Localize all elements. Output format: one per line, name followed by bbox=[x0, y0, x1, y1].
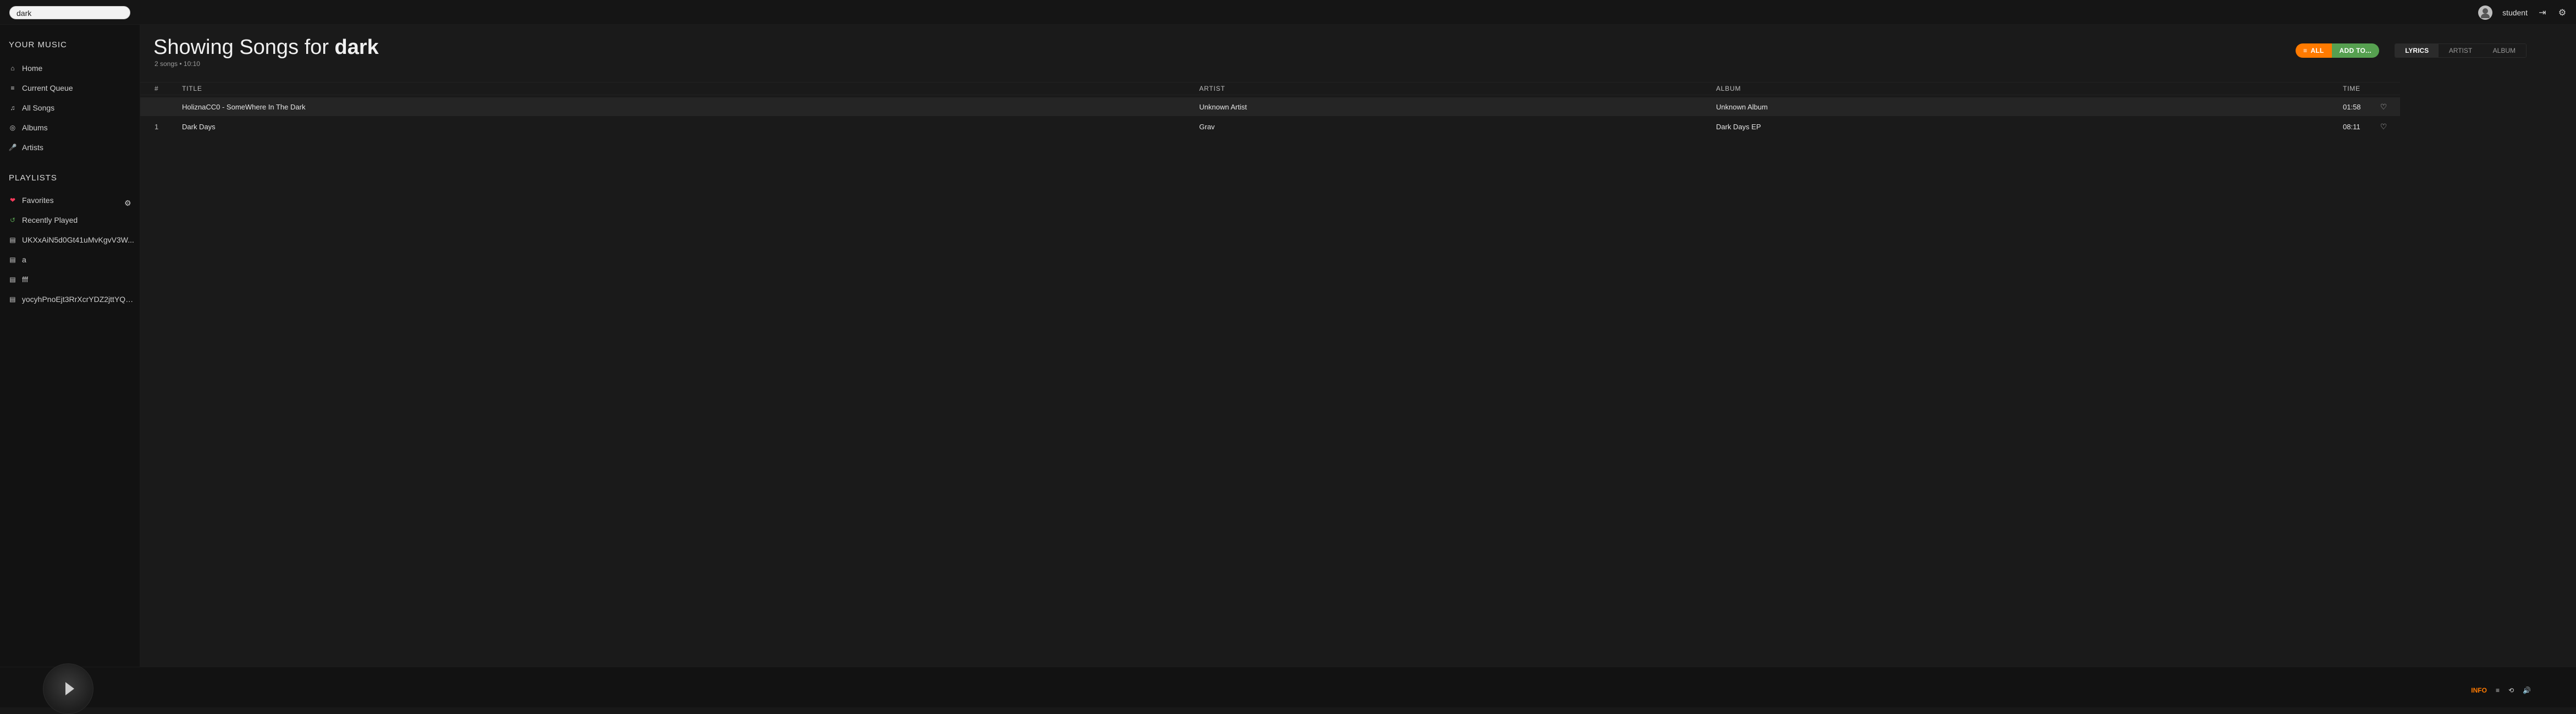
sidebar-item-label: Artists bbox=[22, 143, 43, 152]
page-title-query: dark bbox=[334, 36, 379, 59]
repeat-icon[interactable]: ⟲ bbox=[2508, 686, 2514, 694]
favorite-heart-icon[interactable]: ♡ bbox=[2378, 122, 2389, 131]
sidebar-item-home[interactable]: ⌂ Home bbox=[9, 61, 135, 75]
favorite-heart-icon[interactable]: ♡ bbox=[2378, 102, 2389, 112]
sidebar-item-label: a bbox=[22, 255, 26, 264]
header-title[interactable]: TITLE bbox=[182, 85, 202, 92]
row-artist[interactable]: Grav bbox=[1199, 123, 1215, 131]
sidebar-item-playlist[interactable]: ▤ a bbox=[9, 252, 135, 267]
sidebar-item-all-songs[interactable]: ♫ All Songs bbox=[9, 101, 135, 115]
sidebar-item-label: Albums bbox=[22, 123, 48, 132]
player-bar bbox=[0, 667, 2576, 707]
row-title[interactable]: HoliznaCC0 - SomeWhere In The Dark bbox=[182, 103, 305, 111]
heart-icon: ❤ bbox=[9, 196, 16, 204]
sidebar-item-label: Favorites bbox=[22, 196, 54, 205]
table-header: # TITLE ARTIST ALBUM TIME bbox=[140, 82, 2400, 95]
sidebar-item-label: yocyhPnoEjt3RrXcrYDZ2jttYQh... bbox=[21, 295, 135, 304]
table-row[interactable]: HoliznaCC0 - SomeWhere In The Dark Unkno… bbox=[140, 97, 2400, 116]
settings-icon[interactable]: ⚙ bbox=[2557, 7, 2567, 18]
row-time: 01:58 bbox=[2343, 102, 2361, 111]
header-time[interactable]: TIME bbox=[2343, 85, 2360, 92]
sidebar-item-label: Home bbox=[22, 64, 43, 73]
playlist-file-icon: ▤ bbox=[9, 295, 16, 303]
row-album[interactable]: Unknown Album bbox=[1716, 103, 1768, 111]
play-all-label: ALL bbox=[2310, 47, 2324, 54]
playlist-file-icon: ▤ bbox=[9, 256, 16, 263]
sidebar-item-label: UKXxAiN5d0Gt41uMvKgvV3W... bbox=[22, 235, 134, 244]
history-icon: ↺ bbox=[9, 216, 16, 224]
tab-lyrics[interactable]: LYRICS bbox=[2395, 44, 2439, 57]
sidebar-item-label: Current Queue bbox=[22, 84, 73, 92]
info-tabs: LYRICS ARTIST ALBUM bbox=[2395, 43, 2527, 58]
section-playlists: PLAYLISTS bbox=[9, 173, 57, 183]
songs-table: # TITLE ARTIST ALBUM TIME HoliznaCC0 - S… bbox=[140, 82, 2576, 676]
playlist-file-icon: ▤ bbox=[9, 236, 16, 244]
avatar-icon[interactable] bbox=[2478, 5, 2493, 20]
row-artist[interactable]: Unknown Artist bbox=[1199, 103, 1247, 111]
search-input[interactable]: dark bbox=[9, 6, 130, 19]
header-artist[interactable]: ARTIST bbox=[1199, 85, 1225, 92]
top-bar: dark student ⇥ ⚙ bbox=[0, 0, 2576, 25]
logout-icon[interactable]: ⇥ bbox=[2538, 7, 2547, 18]
section-your-music: YOUR MUSIC bbox=[9, 40, 67, 50]
row-title[interactable]: Dark Days bbox=[182, 123, 216, 131]
row-time: 08:11 bbox=[2343, 122, 2360, 131]
player-controls: INFO ≡ ⟲ 🔊 bbox=[2471, 686, 2531, 695]
sidebar-item-label: Recently Played bbox=[22, 216, 78, 224]
page-title-prefix: Showing Songs for bbox=[153, 36, 329, 59]
album-icon: ◎ bbox=[9, 124, 16, 131]
add-to-label: ADD TO... bbox=[2339, 47, 2372, 54]
sidebar-item-albums[interactable]: ◎ Albums bbox=[9, 120, 135, 135]
main-content: Showing Songs for dark 2 songs • 10:10 ≡… bbox=[140, 25, 2576, 683]
header-album[interactable]: ALBUM bbox=[1716, 85, 1741, 92]
sidebar-item-favorites[interactable]: ❤ Favorites bbox=[9, 193, 135, 207]
row-album[interactable]: Dark Days EP bbox=[1716, 123, 1761, 131]
queue-icon: ≡ bbox=[2303, 47, 2308, 54]
home-icon: ⌂ bbox=[10, 64, 15, 72]
sidebar-item-playlist[interactable]: ▤ yocyhPnoEjt3RrXcrYDZ2jttYQh... bbox=[9, 292, 135, 306]
song-actions: ≡ ALL ADD TO... bbox=[2296, 43, 2380, 58]
tab-artist[interactable]: ARTIST bbox=[2439, 44, 2483, 57]
playlist-icon[interactable]: ≡ bbox=[2496, 686, 2500, 694]
queue-icon: ≡ bbox=[10, 84, 15, 92]
music-note-icon: ♫ bbox=[10, 104, 15, 112]
sidebar-item-playlist[interactable]: ▤ fff bbox=[9, 272, 135, 287]
play-icon[interactable] bbox=[65, 682, 74, 695]
tab-album[interactable]: ALBUM bbox=[2482, 44, 2526, 57]
sidebar: YOUR MUSIC ⌂ Home ≡ Current Queue ♫ All … bbox=[0, 25, 140, 683]
sidebar-item-playlist[interactable]: ▤ UKXxAiN5d0Gt41uMvKgvV3W... bbox=[9, 233, 135, 247]
sidebar-item-recently-played[interactable]: ↺ Recently Played bbox=[9, 213, 135, 227]
row-num: 1 bbox=[155, 122, 159, 131]
header-num: # bbox=[155, 85, 159, 92]
volume-icon[interactable]: 🔊 bbox=[2523, 686, 2531, 694]
sidebar-item-current-queue[interactable]: ≡ Current Queue bbox=[9, 81, 135, 95]
username[interactable]: student bbox=[2502, 8, 2528, 17]
page-title: Showing Songs for dark bbox=[153, 36, 379, 59]
sidebar-item-artists[interactable]: 🎤 Artists bbox=[9, 140, 135, 155]
playlist-file-icon: ▤ bbox=[9, 276, 16, 283]
mic-icon: 🎤 bbox=[8, 144, 17, 151]
play-all-button[interactable]: ≡ ALL bbox=[2296, 43, 2332, 58]
page-meta: 2 songs • 10:10 bbox=[155, 60, 200, 68]
table-row[interactable]: 1 Dark Days Grav Dark Days EP 08:11 ♡ bbox=[140, 117, 2400, 136]
add-to-button[interactable]: ADD TO... bbox=[2331, 43, 2380, 58]
sidebar-item-label: fff bbox=[22, 275, 29, 284]
info-button[interactable]: INFO bbox=[2471, 686, 2487, 694]
sidebar-item-label: All Songs bbox=[22, 103, 55, 112]
top-right-controls: student ⇥ ⚙ bbox=[2478, 3, 2567, 21]
